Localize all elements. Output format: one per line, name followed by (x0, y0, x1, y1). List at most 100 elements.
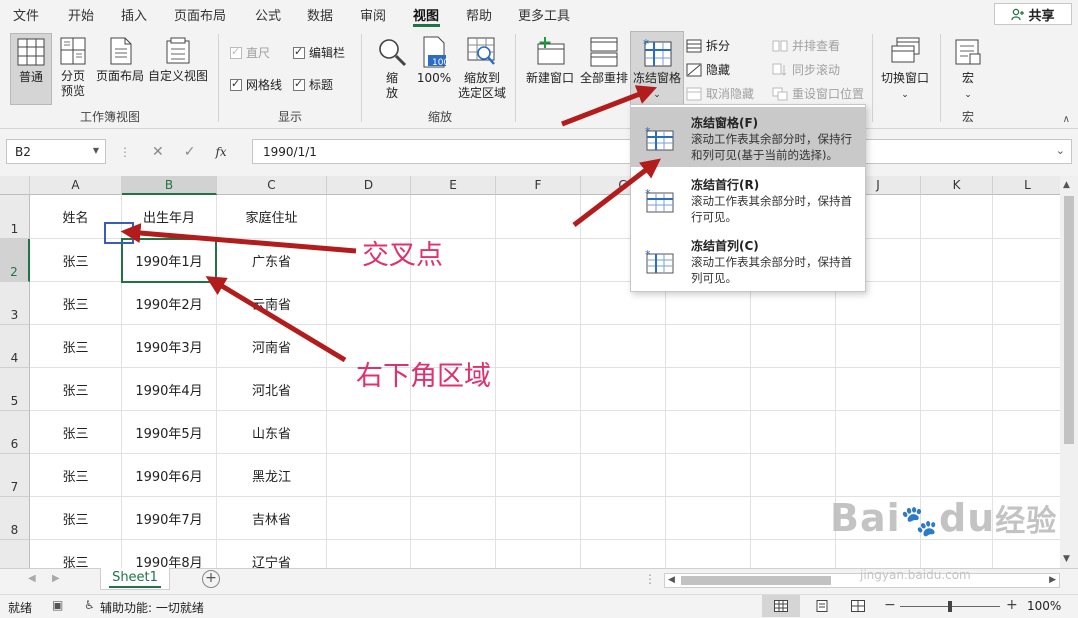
cell[interactable]: 张三 (30, 454, 122, 497)
row-header[interactable]: 5 (0, 368, 30, 411)
menu-item-freeze-top-row[interactable]: * 冻结首行(R) 滚动工作表其余部分时，保持首行可见。 (631, 169, 865, 229)
normal-view-button[interactable]: 普通 (10, 33, 52, 105)
next-sheet-icon[interactable]: ▶ (52, 573, 60, 584)
cell[interactable] (836, 454, 921, 497)
sheet-tab-sheet1[interactable]: Sheet1 (100, 568, 170, 590)
cell[interactable] (993, 325, 1060, 368)
menu-file[interactable]: 文件 (13, 5, 39, 24)
cell[interactable] (836, 540, 921, 568)
cell[interactable]: 张三 (30, 411, 122, 454)
cell[interactable] (496, 540, 581, 568)
cell[interactable]: 1990年6月 (122, 454, 217, 497)
row-header[interactable]: 3 (0, 282, 30, 325)
zoom-slider-thumb[interactable] (948, 601, 952, 612)
page-break-preview-button[interactable]: 分页 预览 (55, 36, 91, 99)
column-header-l[interactable]: L (993, 176, 1060, 195)
cell[interactable] (581, 540, 666, 568)
menu-help[interactable]: 帮助 (466, 5, 492, 24)
cell[interactable]: 1990年5月 (122, 411, 217, 454)
cell[interactable]: 山东省 (217, 411, 327, 454)
row-header[interactable]: 2 (0, 239, 30, 282)
cell[interactable] (411, 282, 496, 325)
formula-bar-checkbox[interactable]: 编辑栏 (293, 44, 345, 61)
row-header[interactable]: 4 (0, 325, 30, 368)
tab-split-grip-icon[interactable]: ⋮ (644, 572, 656, 586)
cell[interactable] (751, 411, 836, 454)
zoom-button[interactable]: 缩 放 (374, 36, 410, 101)
cell[interactable] (666, 454, 751, 497)
cell[interactable]: 张三 (30, 368, 122, 411)
cell[interactable] (751, 540, 836, 568)
cell[interactable]: 辽宁省 (217, 540, 327, 568)
cell[interactable] (993, 540, 1060, 568)
menu-home[interactable]: 开始 (68, 5, 94, 24)
row-header[interactable]: 6 (0, 411, 30, 454)
column-header-d[interactable]: D (327, 176, 411, 195)
status-accessibility[interactable]: 辅助功能: 一切就绪 (100, 599, 204, 616)
column-header-f[interactable]: F (496, 176, 581, 195)
menu-page-layout[interactable]: 页面布局 (174, 5, 226, 24)
cell[interactable]: 河南省 (217, 325, 327, 368)
menu-view[interactable]: 视图 (413, 5, 439, 24)
name-box[interactable]: B2 ▼ (6, 139, 106, 164)
new-window-button[interactable]: 新建窗口 (524, 36, 576, 86)
cancel-icon[interactable]: ✕ (152, 144, 164, 160)
fill-handle[interactable] (213, 279, 220, 286)
cell[interactable] (327, 282, 411, 325)
status-zoom-level[interactable]: 100% (1027, 599, 1061, 613)
cell[interactable] (921, 195, 993, 239)
cell[interactable] (496, 282, 581, 325)
cell[interactable] (993, 411, 1060, 454)
cell[interactable] (496, 325, 581, 368)
cell[interactable] (836, 368, 921, 411)
confirm-icon[interactable]: ✓ (184, 144, 196, 160)
cell[interactable] (921, 282, 993, 325)
column-header-a[interactable]: A (30, 176, 122, 195)
unhide-button[interactable]: 取消隐藏 (686, 85, 754, 102)
expand-formula-icon[interactable]: ⌄ (1056, 144, 1065, 157)
arrange-all-button[interactable]: 全部重排 (578, 36, 630, 86)
gridlines-checkbox[interactable]: 网格线 (230, 76, 282, 93)
collapse-ribbon-icon[interactable]: ∧ (1063, 114, 1070, 125)
cell[interactable] (411, 454, 496, 497)
share-button[interactable]: 共享 (994, 3, 1072, 25)
horizontal-scroll-thumb[interactable] (681, 576, 831, 585)
cell[interactable] (581, 411, 666, 454)
cell[interactable] (921, 239, 993, 282)
column-header-b[interactable]: B (122, 176, 217, 195)
cell[interactable] (327, 411, 411, 454)
cell[interactable] (751, 497, 836, 540)
cell[interactable] (751, 368, 836, 411)
row-header[interactable]: 8 (0, 497, 30, 540)
cell[interactable] (496, 368, 581, 411)
menu-item-freeze-first-column[interactable]: * 冻结首列(C) 滚动工作表其余部分时，保持首列可见。 (631, 230, 865, 290)
cell[interactable] (411, 411, 496, 454)
scroll-down-icon[interactable]: ▼ (1063, 554, 1070, 564)
page-break-status-icon[interactable] (851, 600, 865, 612)
normal-view-status-button[interactable] (762, 595, 800, 617)
cell[interactable] (411, 497, 496, 540)
cell[interactable]: 张三 (30, 540, 122, 568)
cell[interactable] (836, 325, 921, 368)
cell[interactable] (496, 195, 581, 239)
cell[interactable]: 河北省 (217, 368, 327, 411)
name-box-dropdown-icon[interactable]: ▼ (93, 146, 99, 155)
cell[interactable] (496, 411, 581, 454)
cell[interactable] (581, 454, 666, 497)
vertical-scrollbar[interactable]: ▲ ▼ (1060, 176, 1078, 568)
split-button[interactable]: 拆分 (686, 37, 730, 54)
cell[interactable]: 1990年7月 (122, 497, 217, 540)
cell[interactable]: 张三 (30, 497, 122, 540)
cell[interactable] (921, 411, 993, 454)
select-all-corner[interactable] (0, 176, 30, 195)
cell[interactable] (327, 540, 411, 568)
row-header[interactable] (0, 540, 30, 568)
cell[interactable]: 张三 (30, 239, 122, 282)
switch-windows-button[interactable]: 切换窗口 ⌄ (878, 36, 932, 103)
cell[interactable] (921, 454, 993, 497)
column-header-k[interactable]: K (921, 176, 993, 195)
cell[interactable]: 吉林省 (217, 497, 327, 540)
cell[interactable]: 张三 (30, 325, 122, 368)
scroll-up-icon[interactable]: ▲ (1063, 180, 1070, 190)
cell[interactable]: 家庭住址 (217, 195, 327, 239)
